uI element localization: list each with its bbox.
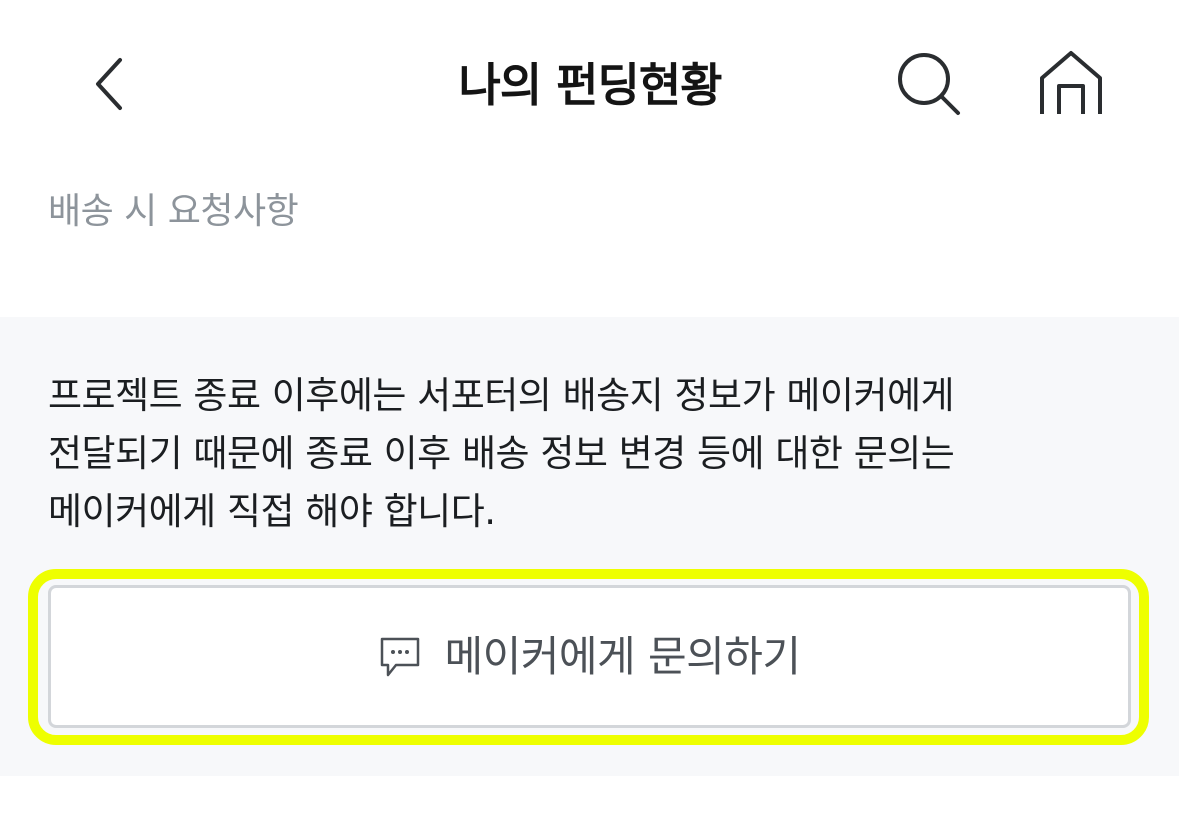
search-icon	[898, 53, 960, 115]
notice-line: 전달되기 때문에 종료 이후 배송 정보 변경 등에 대한 문의는	[48, 432, 955, 475]
home-icon	[1040, 51, 1102, 114]
chevron-left-icon	[96, 58, 122, 110]
notice-line: 메이커에게 직접 해야 합니다.	[48, 490, 496, 533]
funding-status-page: 나의 펀딩현황 배송 시 요청사항 프로젝트 종료 이후에는 서포터의 배송지 …	[0, 0, 1179, 814]
section-label: 배송 시 요청사항	[48, 191, 299, 232]
notice-text: 프로젝트 종료 이후에는 서포터의 배송지 정보가 메이커에게 전달되기 때문에…	[48, 367, 1138, 541]
contact-maker-button-content: 메이커에게 문의하기	[378, 627, 801, 687]
search-button[interactable]	[884, 44, 974, 124]
notice-panel: 프로젝트 종료 이후에는 서포터의 배송지 정보가 메이커에게 전달되기 때문에…	[0, 317, 1179, 776]
back-button[interactable]	[70, 44, 150, 124]
contact-maker-button[interactable]: 메이커에게 문의하기	[48, 585, 1131, 728]
header-bar: 나의 펀딩현황	[0, 0, 1179, 170]
page-title: 나의 펀딩현황	[458, 58, 723, 112]
contact-maker-label: 메이커에게 문의하기	[444, 631, 801, 681]
chat-bubble-icon	[381, 637, 420, 676]
notice-line: 프로젝트 종료 이후에는 서포터의 배송지 정보가 메이커에게	[48, 374, 955, 417]
home-button[interactable]	[1026, 40, 1116, 126]
